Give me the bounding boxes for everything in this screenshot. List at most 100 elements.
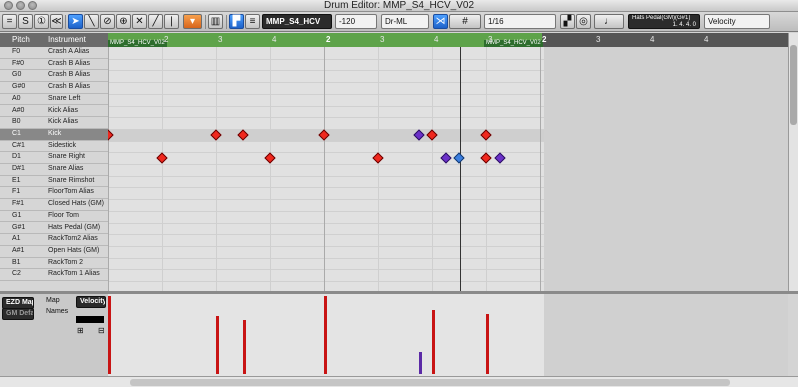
drum-row[interactable]: A#1 Open Hats (GM) (0, 246, 108, 258)
drum-pitch: E1 (12, 176, 21, 184)
drum-row[interactable]: G1 Floor Tom (0, 211, 108, 223)
drum-row[interactable]: A#0 Kick Alias (0, 106, 108, 118)
drum-row[interactable]: F0 Crash A Alias (0, 47, 108, 59)
velocity-bar[interactable] (432, 309, 435, 374)
solo-icon[interactable]: S (18, 14, 33, 29)
drumstick-tool-icon[interactable]: ╲ (84, 14, 99, 29)
drum-row[interactable]: G0 Crash B Alias (0, 70, 108, 83)
window-title: Drum Editor: MMP_S4_HCV_V02 (323, 0, 475, 11)
beat-gridline (378, 47, 379, 291)
drum-pitch: A#0 (12, 106, 25, 114)
vertical-scrollbar[interactable] (788, 33, 798, 291)
controller-lane-select[interactable]: Velocity (704, 14, 770, 29)
drum-instrument-name: Snare Alias (48, 165, 84, 172)
arrow-tool-icon[interactable]: ➤ (68, 14, 83, 29)
drum-pitch: G0 (12, 71, 22, 79)
drum-row[interactable]: D1 Snare Right (0, 152, 108, 164)
info-icon[interactable]: ① (34, 14, 49, 29)
velocity-lane[interactable] (108, 294, 544, 376)
row-gridline (108, 281, 544, 282)
drum-note[interactable] (453, 152, 465, 164)
drum-row[interactable]: B1 RackTom 2 (0, 258, 108, 270)
beat-gridline (108, 47, 109, 291)
add-lane-icon[interactable]: ⊞ (77, 326, 84, 335)
drum-instrument-name: Open Hats (GM) (48, 246, 100, 254)
transpose-field[interactable]: -120 (335, 14, 377, 29)
beat-gridline (162, 47, 163, 291)
drum-row[interactable]: F#0 Crash B Alias (0, 59, 108, 71)
drum-row[interactable]: C2 RackTom 1 Alias (0, 269, 108, 281)
pitch-column-header[interactable]: Pitch (12, 33, 30, 47)
note-grid[interactable] (108, 47, 544, 291)
drum-row[interactable]: F1 FloorTom Alias (0, 187, 108, 200)
drum-note[interactable] (264, 152, 276, 164)
split-tool-icon[interactable]: ❘ (164, 14, 179, 29)
drum-row[interactable]: D#1 Snare Alias (0, 164, 108, 176)
drum-pitch: A#1 (12, 246, 25, 254)
drum-note[interactable] (439, 152, 452, 164)
drum-pitch: B0 (12, 118, 21, 126)
drum-row[interactable]: C1 Kick (0, 128, 108, 141)
row-gridline (108, 257, 544, 259)
line-tool-icon[interactable]: ╱ (148, 14, 163, 29)
eraser-tool-icon[interactable]: ⊘ (100, 14, 115, 29)
drum-row[interactable]: B0 Kick Alias (0, 117, 108, 129)
insert-velocity-icon[interactable]: ▥ (208, 14, 223, 29)
beat-gridline (432, 47, 433, 291)
drum-note[interactable] (372, 152, 384, 164)
horizontal-scrollbar[interactable] (0, 376, 798, 387)
velocity-bar[interactable] (486, 314, 489, 374)
drum-row[interactable]: F#1 Closed Hats (GM) (0, 199, 108, 211)
drum-pitch: C1 (12, 129, 21, 137)
horizontal-scroll-thumb[interactable] (130, 379, 730, 386)
beat-gridline (270, 47, 271, 291)
drum-row[interactable]: G#0 Crash B Alias (0, 82, 108, 94)
instrument-column-header[interactable]: Instrument (48, 33, 86, 47)
snap-mode-icon[interactable]: # (449, 14, 481, 29)
snap-icon[interactable]: ⋊ (433, 14, 448, 29)
drum-row[interactable]: A1 RackTom2 Alias (0, 234, 108, 246)
active-part-select[interactable]: MMP_S4_HCV (262, 14, 332, 29)
mute-tool-icon[interactable]: ✕ (132, 14, 147, 29)
velocity-bar[interactable] (324, 296, 327, 374)
quantize-select[interactable]: 1/16 (484, 14, 556, 29)
show-part-border-icon[interactable]: ▛ (229, 14, 244, 29)
drum-row[interactable]: A0 Snare Left (0, 94, 108, 106)
color-scheme-icon[interactable]: ▾ (183, 14, 202, 29)
quantize-setup-icon[interactable]: ▞ (560, 14, 575, 29)
ruler-tick-label: 3 (380, 35, 385, 44)
insert-length-icon[interactable]: ♩ (594, 14, 624, 29)
vertical-scroll-thumb[interactable] (790, 45, 797, 125)
drum-instrument-name: Snare Right (48, 153, 85, 161)
velocity-bar[interactable] (216, 315, 219, 374)
drum-note[interactable] (480, 152, 492, 164)
drum-pitch: C#1 (12, 141, 25, 149)
velocity-bar[interactable] (418, 351, 422, 374)
row-gridline (108, 199, 544, 201)
part-list-icon[interactable]: ≡ (245, 14, 260, 29)
drum-pitch: G1 (12, 211, 22, 219)
row-gridline (108, 140, 544, 142)
drum-row[interactable]: C#1 Sidestick (0, 141, 108, 153)
drum-note[interactable] (156, 152, 168, 164)
zoom-tool-icon[interactable]: ⊕ (116, 14, 131, 29)
title-bar: Drum Editor: MMP_S4_HCV_V02 (0, 0, 798, 12)
drum-map-select[interactable]: Dr-ML (381, 14, 429, 29)
row-gridline (108, 234, 544, 236)
names-label: Names (46, 308, 69, 315)
step-input-icon[interactable]: ◎ (576, 14, 591, 29)
row-gridline (108, 105, 544, 107)
drum-row[interactable]: E1 Snare Rimshot (0, 176, 108, 188)
names-value[interactable]: GM Default (2, 308, 34, 320)
mute-s-icon[interactable]: = (2, 14, 17, 29)
autoscroll-icon[interactable]: ≪ (50, 14, 63, 29)
remove-lane-icon[interactable]: ⊟ (98, 326, 105, 335)
ruler-tick-label: 2 (542, 35, 547, 44)
ruler-tick-label: 4 (650, 35, 655, 44)
velocity-bar[interactable] (243, 319, 246, 374)
drum-row[interactable]: G#1 Hats Pedal (GM) (0, 223, 108, 235)
drum-note[interactable] (493, 152, 506, 164)
playback-cursor[interactable] (460, 47, 461, 291)
velocity-bar[interactable] (108, 296, 111, 374)
lane-parameter-select[interactable]: Velocity (76, 296, 106, 308)
